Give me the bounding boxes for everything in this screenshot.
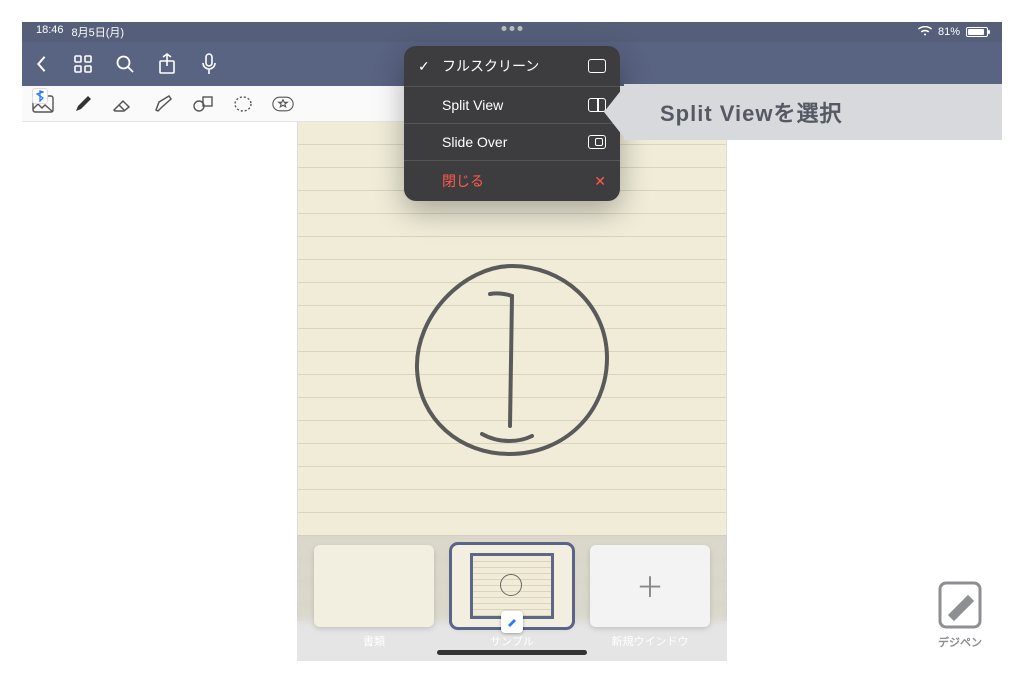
pen-tool-icon[interactable] [72,93,94,115]
shelf-item-label: 新規ウインドウ [590,633,710,649]
menu-splitview[interactable]: Split View [404,87,620,124]
menu-fullscreen[interactable]: ✓ フルスクリーン [404,46,620,87]
shelf-item-sample[interactable]: サンプル [452,545,572,655]
wifi-icon [918,26,932,39]
callout-text: Split Viewを選択 [660,96,843,128]
watermark-text: デジペン [928,634,992,650]
menu-close[interactable]: 閉じる ✕ [404,161,620,201]
menu-slideover-label: Slide Over [442,134,507,150]
multitask-menu: ✓ フルスクリーン Split View Slide Over 閉じる ✕ [404,46,620,201]
eraser-tool-icon[interactable] [112,93,134,115]
shelf-item-label: 書類 [314,633,434,649]
shelf-item-label: サンプル [452,633,572,649]
mic-icon[interactable] [198,53,220,75]
app-mini-icon [501,611,523,633]
search-icon[interactable] [114,53,136,75]
menu-close-label: 閉じる [442,171,484,191]
shelf-item-documents[interactable]: 書類 [314,545,434,655]
shelf-item-new-window[interactable]: ＋ 新規ウインドウ [590,545,710,655]
share-icon[interactable] [156,53,178,75]
status-date: 8月5日(月) [72,24,125,40]
check-icon: ✓ [418,58,432,75]
status-time: 18:46 [36,24,64,40]
menu-fullscreen-label: フルスクリーン [442,56,539,76]
close-icon: ✕ [594,173,606,190]
plus-icon: ＋ [636,566,664,606]
favorite-tool-icon[interactable] [272,93,294,115]
battery-percent: 81% [938,26,960,38]
fullscreen-icon [588,59,606,73]
highlighter-tool-icon[interactable] [152,93,174,115]
back-icon[interactable] [30,53,52,75]
battery-icon [966,27,988,37]
menu-slideover[interactable]: Slide Over [404,124,620,161]
multitask-pill[interactable] [502,26,523,31]
watermark-logo: デジペン [928,579,992,651]
home-indicator[interactable] [437,650,587,655]
annotation-callout: Split Viewを選択 [624,84,1002,140]
grid-icon[interactable] [72,53,94,75]
lasso-tool-icon[interactable] [232,93,254,115]
menu-splitview-label: Split View [442,97,503,113]
app-shelf: 書類 サンプル ＋ 新規ウインドウ [297,535,727,661]
bluetooth-icon [32,88,48,104]
shape-tool-icon[interactable] [192,93,214,115]
handwriting-drawing [402,256,622,466]
status-bar: 18:46 8月5日(月) 81% [22,22,1002,42]
